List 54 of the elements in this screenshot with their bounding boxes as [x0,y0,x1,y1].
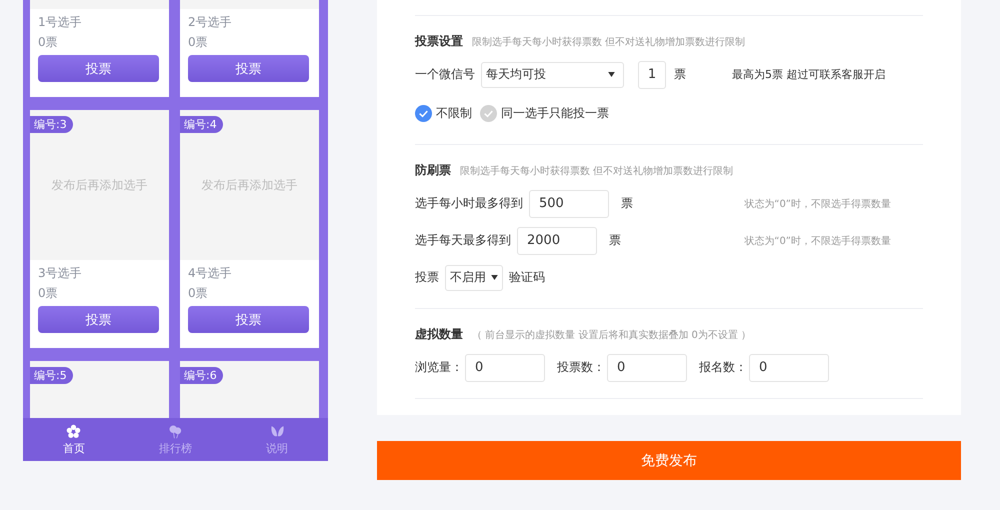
field-label: 选手每小时最多得到 [415,195,523,212]
caret-icon [491,275,498,280]
radio-option[interactable]: 不限制 [415,105,472,122]
mode-dropdown[interactable]: 每天均可投 [481,62,624,88]
vote-count: 0票 [38,285,58,302]
count-input[interactable]: 0 [465,354,545,382]
limit-input[interactable]: 2000 [517,226,597,254]
field-label: 一个微信号 [415,66,475,83]
contestant-name: 3号选手 [38,265,82,282]
limit-note: 状态为“0”时，不限选手得票数量 [744,234,891,248]
section-title: 虚拟数量 [415,326,463,343]
section-hint: （ 前台显示的虚拟数量 设置后将和真实数据叠加 0为不设置 ） [472,328,752,342]
count-input[interactable]: 0 [607,354,687,382]
limit-note: 状态为“0”时，不限选手得票数量 [744,198,891,210]
count-input[interactable]: 1 [638,60,666,88]
caret-icon [608,72,615,77]
radio-option[interactable]: 同一选手只能投一票 [480,105,609,122]
count-input[interactable]: 0 [749,354,829,382]
vote-count: 0票 [188,285,208,302]
unit-label: 票 [674,66,686,83]
field-label: 投票数： [557,359,605,376]
vote-button[interactable]: 投票 [38,306,159,333]
section-hint: 限制选手每天每小时获得票数 但不对送礼物增加票数进行限制 [472,36,746,49]
contestant-name: 2号选手 [188,14,232,31]
unit-label: 票 [609,232,621,249]
vote-button[interactable]: 投票 [38,55,159,82]
number-badge: 编号:3 [30,116,73,133]
limit-input[interactable]: 500 [529,190,609,218]
number-badge: 编号:6 [180,367,223,384]
number-badge: 编号:4 [180,116,223,133]
field-label: 浏览量： [415,359,463,376]
placeholder-text: 发布后再添加选手 [52,176,148,194]
butterfly-icon [270,424,285,438]
section-title: 投票设置 [415,33,463,50]
vote-button[interactable]: 投票 [188,306,309,333]
limit-note: 最高为5票 超过可联系客服开启 [732,67,886,82]
contestant-name: 1号选手 [38,14,82,31]
balloon-icon [168,424,183,438]
captcha-dropdown[interactable]: 不启用 [445,264,503,290]
vote-count: 0票 [188,34,208,51]
section-hint: 限制选手每天每小时获得票数 但不对送礼物增加票数进行限制 [460,164,734,178]
field-label: 验证码 [509,269,545,286]
nav-tab[interactable]: 首页 [34,418,114,461]
unit-label: 票 [621,195,633,212]
section-title: 防刷票 [415,162,451,179]
vote-count: 0票 [38,34,58,51]
field-label: 报名数： [699,359,747,376]
field-label: 选手每天最多得到 [415,232,511,249]
number-badge: 编号:5 [30,367,73,384]
contestant-name: 4号选手 [188,265,232,282]
field-label: 投票 [415,269,439,286]
placeholder-text: 发布后再添加选手 [202,176,298,194]
vote-button[interactable]: 投票 [188,55,309,82]
flower-icon [66,424,82,438]
